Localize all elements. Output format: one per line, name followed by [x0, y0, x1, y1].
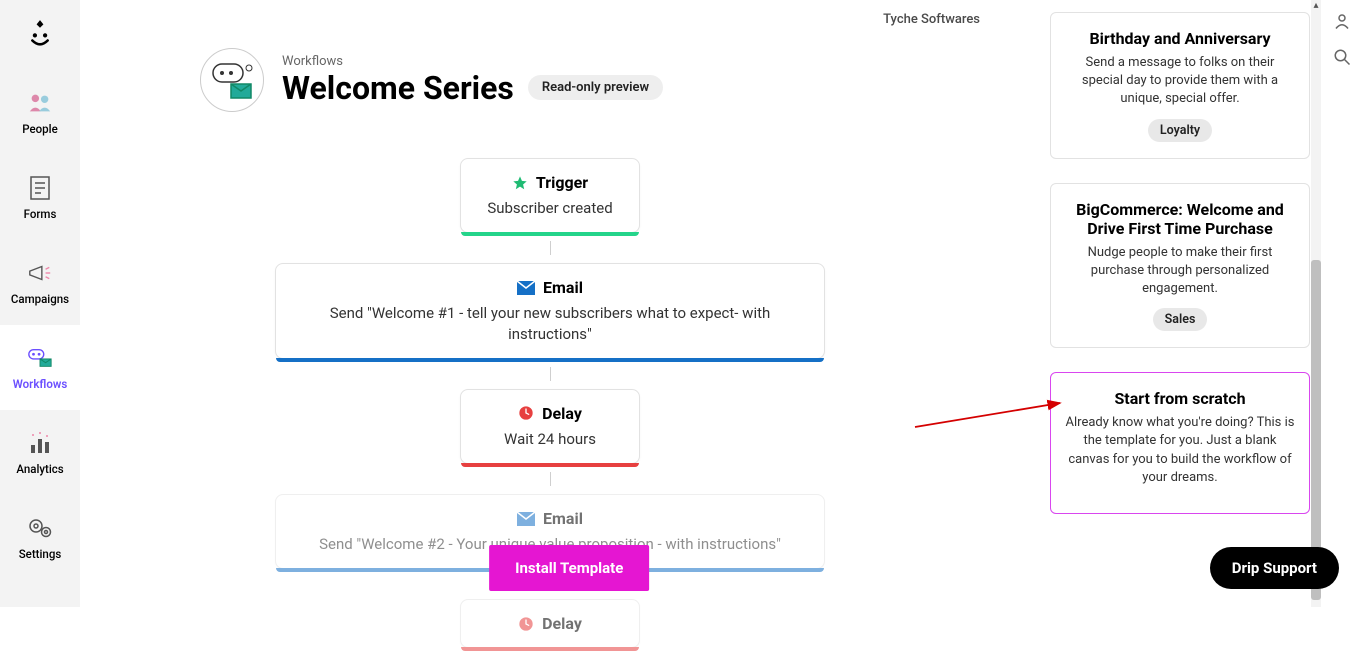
nav-forms-label: Forms	[24, 207, 57, 221]
node-email-1-body: Send "Welcome #1 - tell your new subscri…	[300, 303, 800, 344]
support-button[interactable]: Drip Support	[1210, 547, 1339, 589]
star-icon	[512, 175, 528, 191]
card-desc: Already know what you're doing? This is …	[1065, 414, 1295, 487]
node-email-2-label: Email	[543, 509, 583, 528]
app-logo[interactable]	[22, 14, 58, 50]
workflows-icon	[27, 345, 53, 371]
nav-analytics-label: Analytics	[16, 462, 63, 476]
card-tag: Loyalty	[1148, 119, 1212, 142]
node-email-1-label: Email	[543, 278, 583, 297]
template-card-birthday[interactable]: Birthday and Anniversary Send a message …	[1050, 12, 1310, 159]
card-title: Birthday and Anniversary	[1065, 29, 1295, 48]
connector	[550, 241, 551, 255]
nav-analytics[interactable]: Analytics	[0, 410, 80, 495]
nav-forms[interactable]: Forms	[0, 155, 80, 240]
node-trigger-body: Subscriber created	[485, 198, 615, 218]
panel-scrollbar[interactable]: ▴	[1311, 0, 1321, 607]
nav-settings-label: Settings	[19, 547, 62, 561]
node-trigger-label: Trigger	[536, 173, 588, 192]
connector	[550, 367, 551, 381]
workflow-avatar-icon	[200, 48, 264, 112]
node-trigger[interactable]: Trigger Subscriber created	[460, 158, 640, 233]
card-title: BigCommerce: Welcome and Drive First Tim…	[1065, 200, 1295, 238]
email-icon	[517, 281, 535, 295]
clock-icon	[518, 405, 534, 421]
nav-settings[interactable]: Settings	[0, 495, 80, 580]
clock-icon	[518, 616, 534, 632]
nav-people[interactable]: People	[0, 70, 80, 155]
connector	[550, 472, 551, 486]
card-desc: Send a message to folks on their special…	[1065, 54, 1295, 109]
main-area: Tyche Softwares Workflows Welcome Series…	[80, 0, 1020, 607]
user-icon[interactable]	[1333, 12, 1353, 32]
people-icon	[27, 90, 53, 116]
forms-icon	[27, 175, 53, 201]
node-delay-1-label: Delay	[542, 404, 582, 423]
template-card-scratch[interactable]: Start from scratch Already know what you…	[1050, 372, 1310, 514]
node-delay-2-label: Delay	[542, 614, 582, 633]
email-icon	[517, 512, 535, 526]
page-title: Welcome Series	[282, 69, 514, 107]
gear-icon	[27, 515, 53, 541]
readonly-badge: Read-only preview	[528, 75, 663, 100]
workflow-header: Workflows Welcome Series Read-only previ…	[80, 0, 1020, 112]
nav-workflows-label: Workflows	[13, 377, 67, 391]
node-delay-1-body: Wait 24 hours	[485, 429, 615, 449]
nav-workflows[interactable]: Workflows	[0, 325, 80, 410]
megaphone-icon	[27, 260, 53, 286]
analytics-icon	[27, 430, 53, 456]
card-title: Start from scratch	[1065, 389, 1295, 408]
node-delay-1[interactable]: Delay Wait 24 hours	[460, 389, 640, 464]
template-panel: Birthday and Anniversary Send a message …	[1050, 0, 1310, 607]
card-desc: Nudge people to make their first purchas…	[1065, 244, 1295, 299]
nav-people-label: People	[22, 122, 58, 136]
brand-text: Tyche Softwares	[883, 12, 980, 27]
card-tag: Sales	[1153, 308, 1208, 331]
workflow-canvas: Trigger Subscriber created Email Send "W…	[80, 150, 1020, 607]
search-icon[interactable]	[1333, 48, 1353, 68]
install-template-button[interactable]: Install Template	[489, 545, 649, 591]
utility-rail	[1321, 0, 1365, 607]
nav-campaigns[interactable]: Campaigns	[0, 240, 80, 325]
scroll-up-icon[interactable]: ▴	[1311, 0, 1321, 12]
template-card-bigcommerce[interactable]: BigCommerce: Welcome and Drive First Tim…	[1050, 183, 1310, 349]
nav-campaigns-label: Campaigns	[11, 292, 69, 306]
node-email-1[interactable]: Email Send "Welcome #1 - tell your new s…	[275, 263, 825, 359]
left-nav: People Forms Campaigns Workflows Analyti…	[0, 0, 80, 607]
breadcrumb[interactable]: Workflows	[282, 54, 663, 69]
